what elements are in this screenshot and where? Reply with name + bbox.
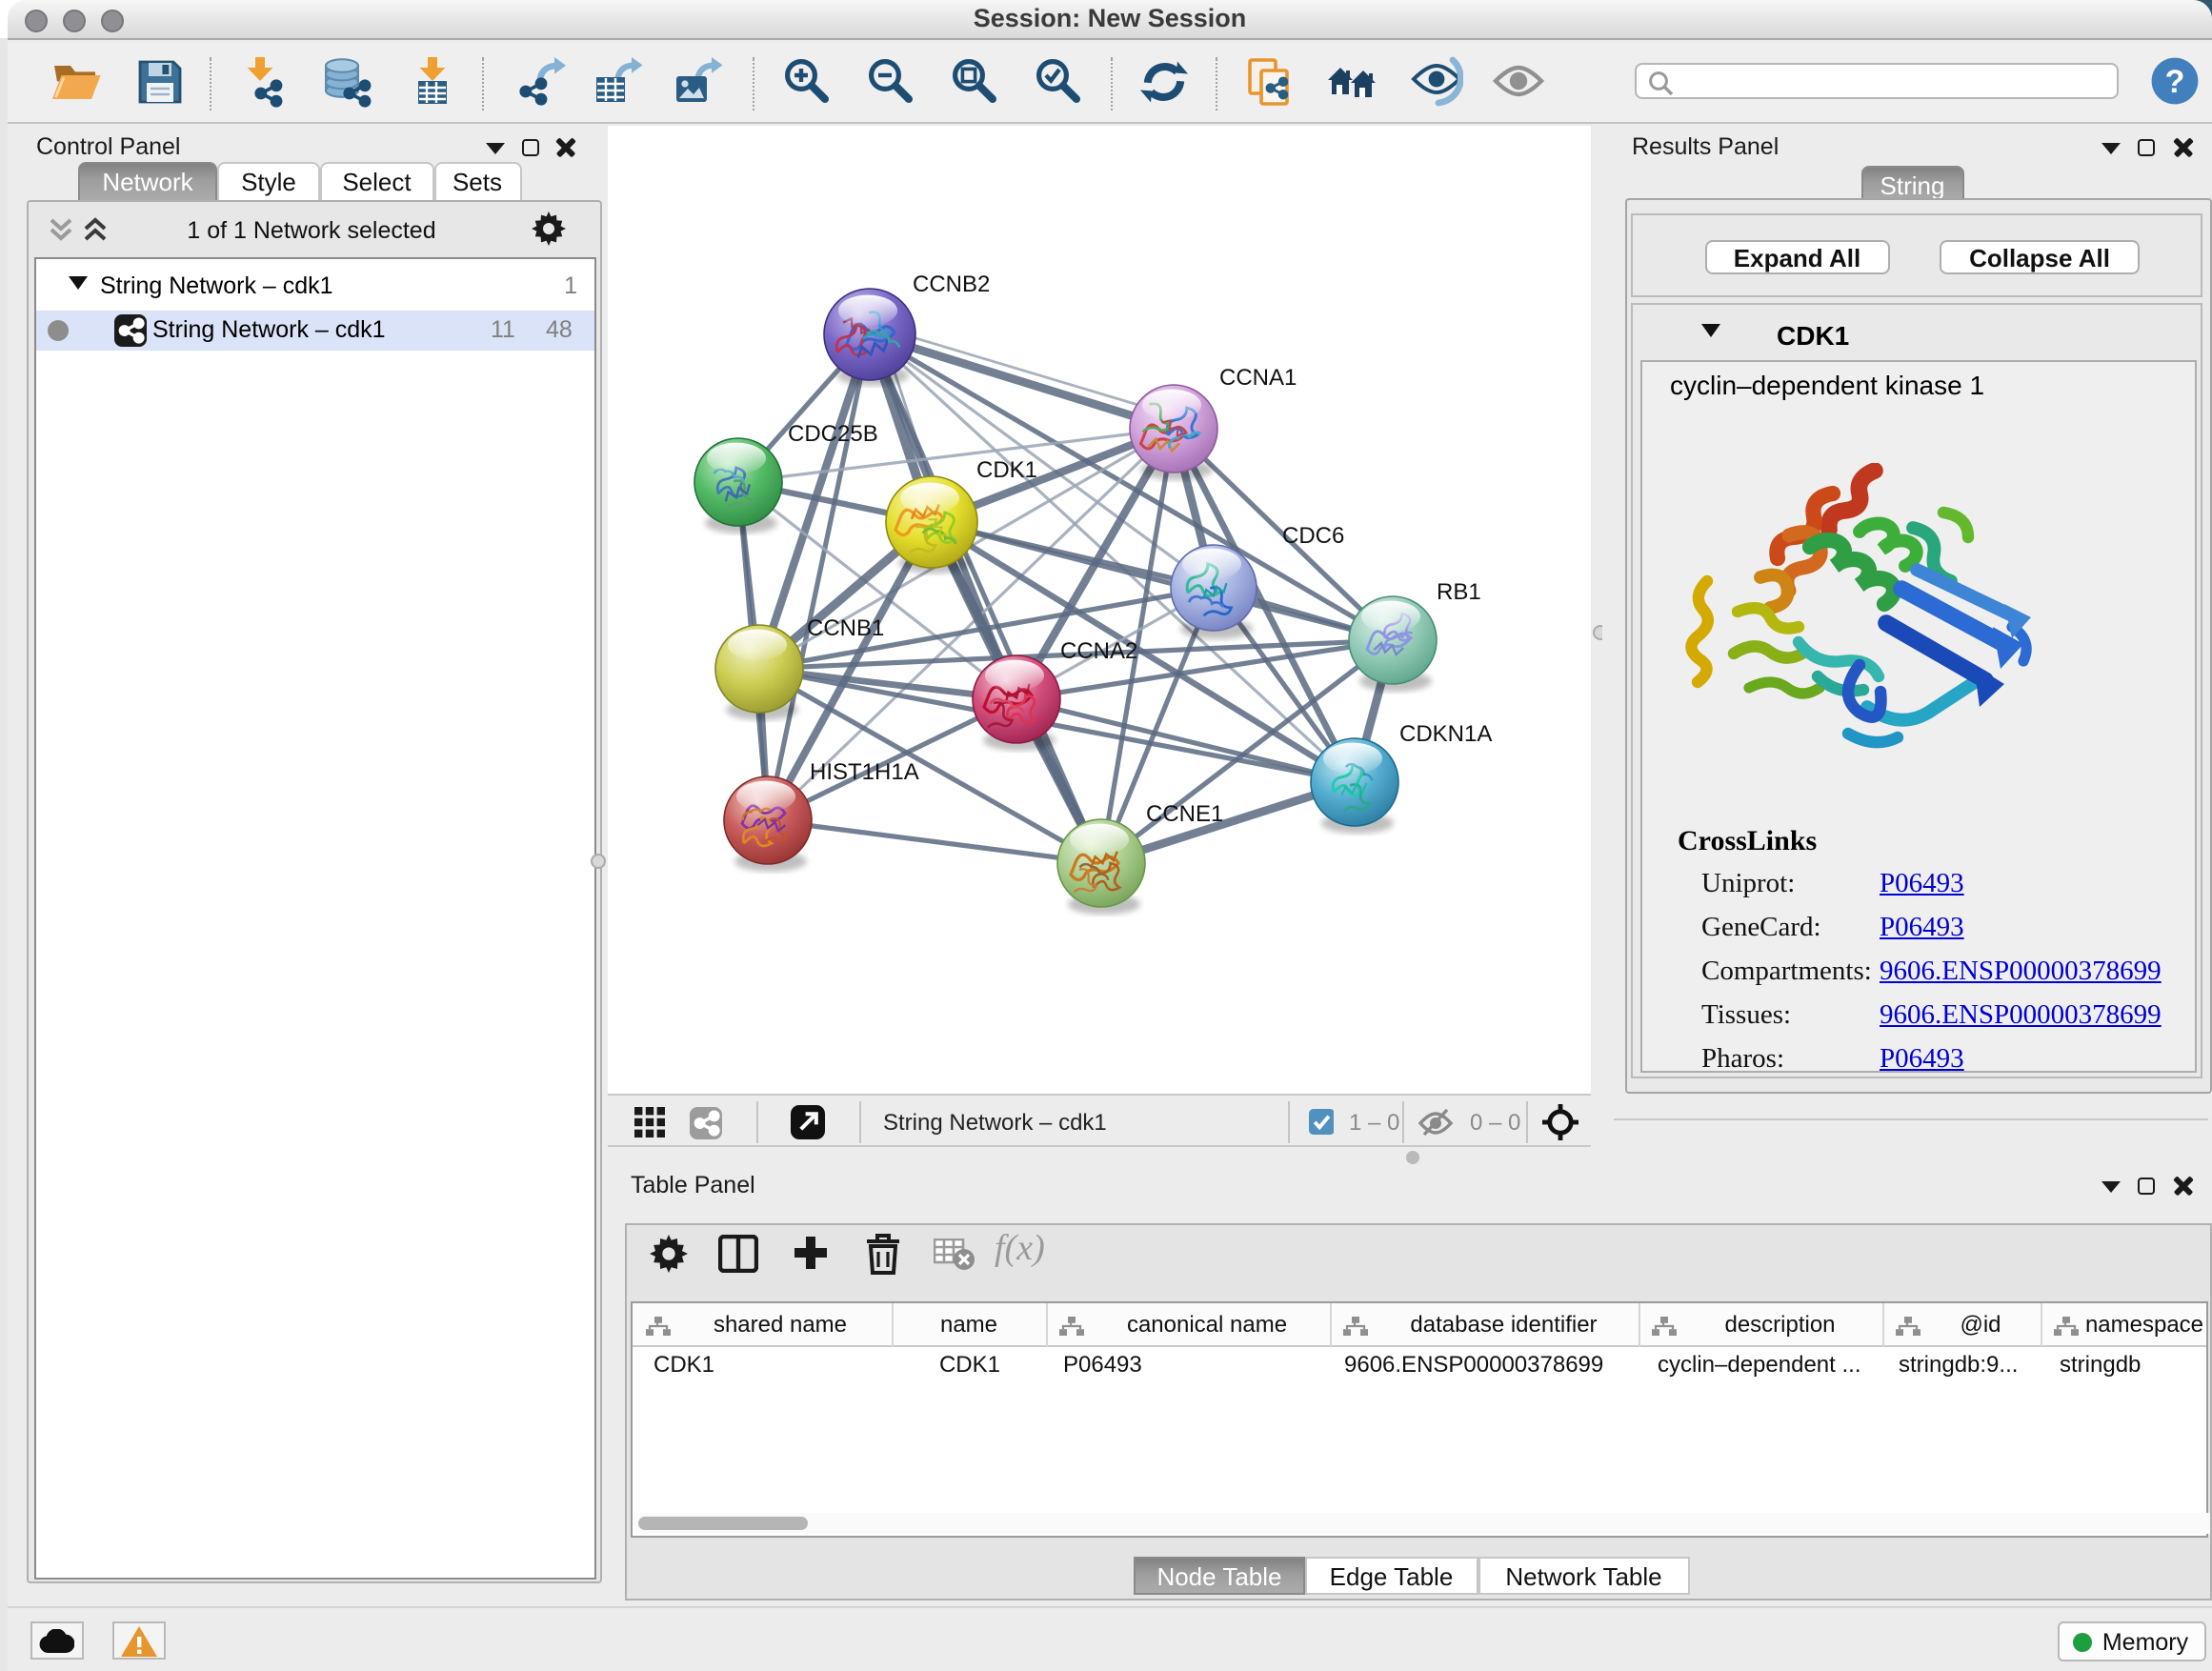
- svg-text:RB1: RB1: [1437, 578, 1481, 604]
- svg-text:CCNA2: CCNA2: [1060, 637, 1137, 663]
- svg-text:CCNB2: CCNB2: [913, 271, 990, 296]
- svg-text:CDC25B: CDC25B: [788, 420, 878, 446]
- svg-text:CCNB1: CCNB1: [807, 614, 884, 640]
- svg-text:CCNE1: CCNE1: [1146, 800, 1223, 826]
- svg-text:HIST1H1A: HIST1H1A: [810, 758, 919, 784]
- svg-text:CDKN1A: CDKN1A: [1399, 720, 1492, 746]
- svg-text:?: ?: [2165, 63, 2185, 99]
- svg-text:CDC6: CDC6: [1282, 522, 1344, 548]
- svg-text:CCNA1: CCNA1: [1219, 364, 1297, 390]
- svg-text:CDK1: CDK1: [976, 456, 1037, 482]
